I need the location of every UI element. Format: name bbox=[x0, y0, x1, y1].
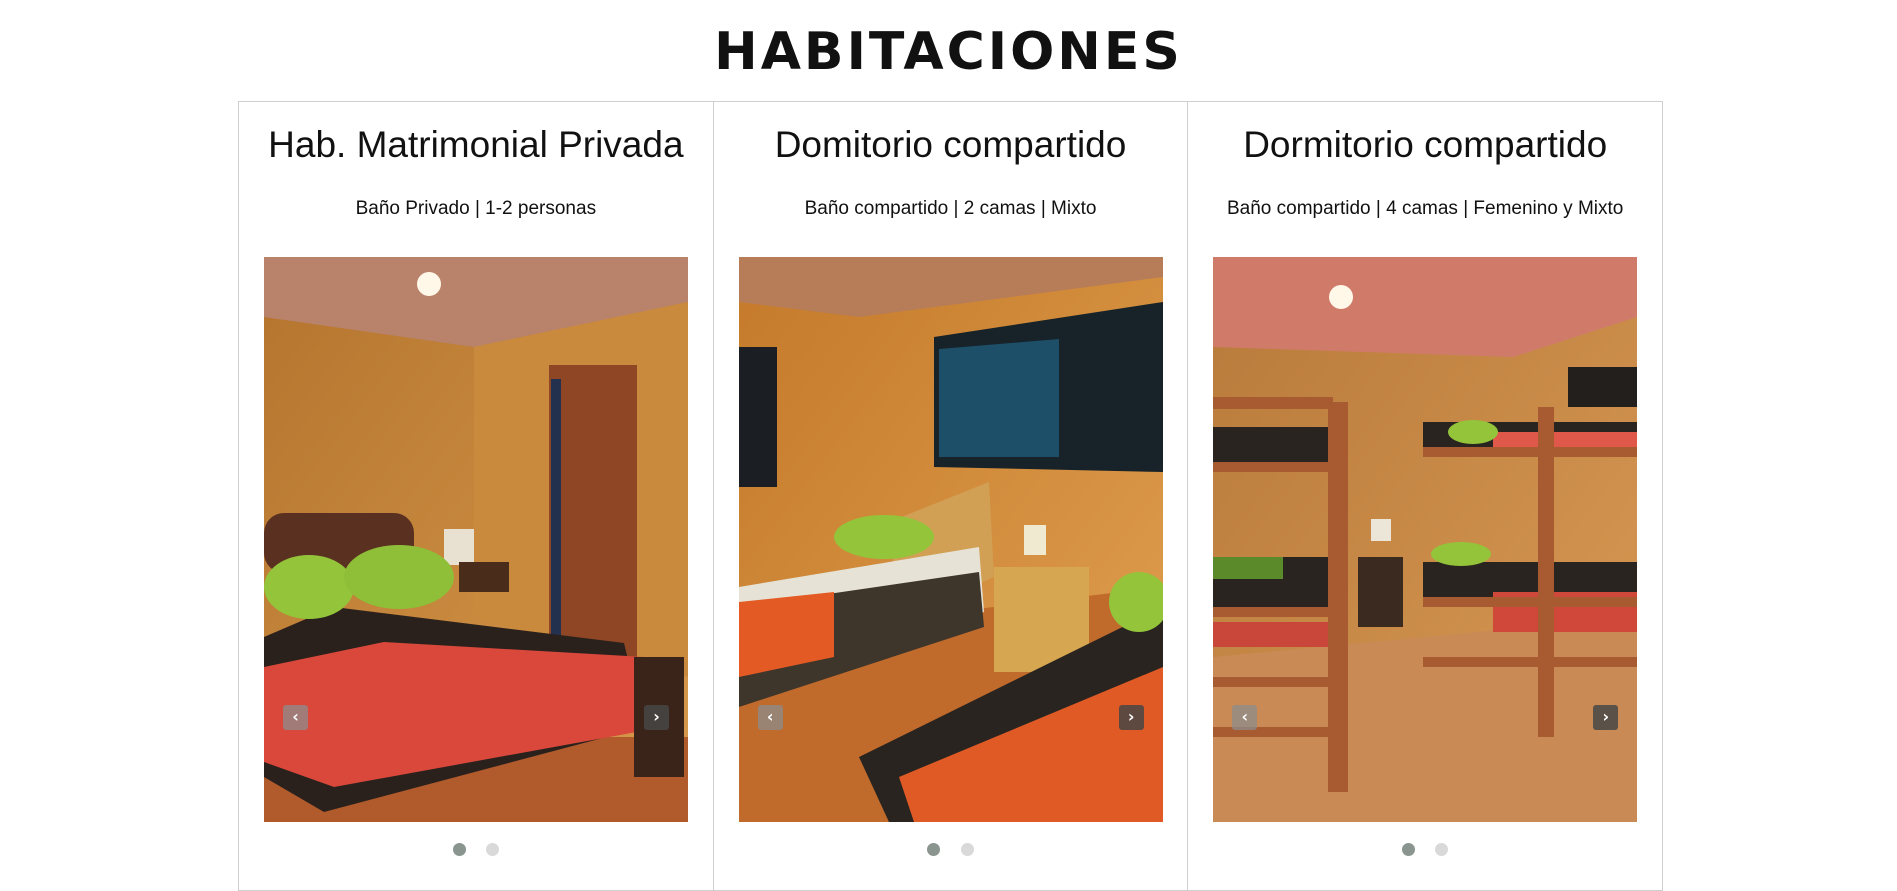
room-photo bbox=[1213, 257, 1638, 822]
carousel-dot-2[interactable] bbox=[1435, 843, 1449, 856]
room-card-compartido-4: Dormitorio compartido Baño compartido | … bbox=[1187, 102, 1662, 890]
room-photo-carousel[interactable]: ‹ › bbox=[738, 257, 1163, 822]
room-photo-carousel[interactable]: ‹ › bbox=[1213, 257, 1638, 822]
room-photo bbox=[738, 257, 1163, 822]
carousel-dot-1[interactable] bbox=[1401, 843, 1415, 856]
carousel-dot-1[interactable] bbox=[452, 843, 466, 856]
rooms-grid: Hab. Matrimonial Privada Baño Privado | … bbox=[238, 101, 1663, 891]
carousel-indicators bbox=[239, 843, 713, 861]
room-card-matrimonial: Hab. Matrimonial Privada Baño Privado | … bbox=[239, 102, 713, 890]
room-subtitle: Baño compartido | 2 camas | Mixto bbox=[804, 198, 1097, 219]
carousel-dot-2[interactable] bbox=[486, 843, 500, 856]
room-photo bbox=[264, 257, 688, 822]
carousel-dot-2[interactable] bbox=[960, 843, 974, 856]
carousel-prev-button[interactable]: ‹ bbox=[1232, 705, 1258, 730]
carousel-next-button[interactable]: › bbox=[1118, 705, 1144, 730]
carousel-next-button[interactable]: › bbox=[1593, 705, 1619, 730]
room-title: Domitorio compartido bbox=[774, 124, 1127, 165]
carousel-indicators bbox=[714, 843, 1188, 861]
carousel-indicators bbox=[1188, 843, 1662, 861]
carousel-next-button[interactable]: › bbox=[644, 705, 669, 730]
room-title: Dormitorio compartido bbox=[1243, 124, 1608, 165]
carousel-prev-button[interactable]: ‹ bbox=[757, 705, 783, 730]
room-card-compartido-2: Domitorio compartido Baño compartido | 2… bbox=[712, 102, 1188, 890]
carousel-prev-button[interactable]: ‹ bbox=[283, 705, 308, 730]
carousel-dot-1[interactable] bbox=[927, 843, 941, 856]
room-subtitle: Baño compartido | 4 camas | Femenino y M… bbox=[1226, 198, 1624, 219]
room-title: Hab. Matrimonial Privada bbox=[268, 124, 684, 165]
room-photo-carousel[interactable]: ‹ › bbox=[264, 257, 688, 822]
room-subtitle: Baño Privado | 1-2 personas bbox=[355, 198, 597, 219]
page-title: HABITACIONES bbox=[714, 22, 1183, 82]
